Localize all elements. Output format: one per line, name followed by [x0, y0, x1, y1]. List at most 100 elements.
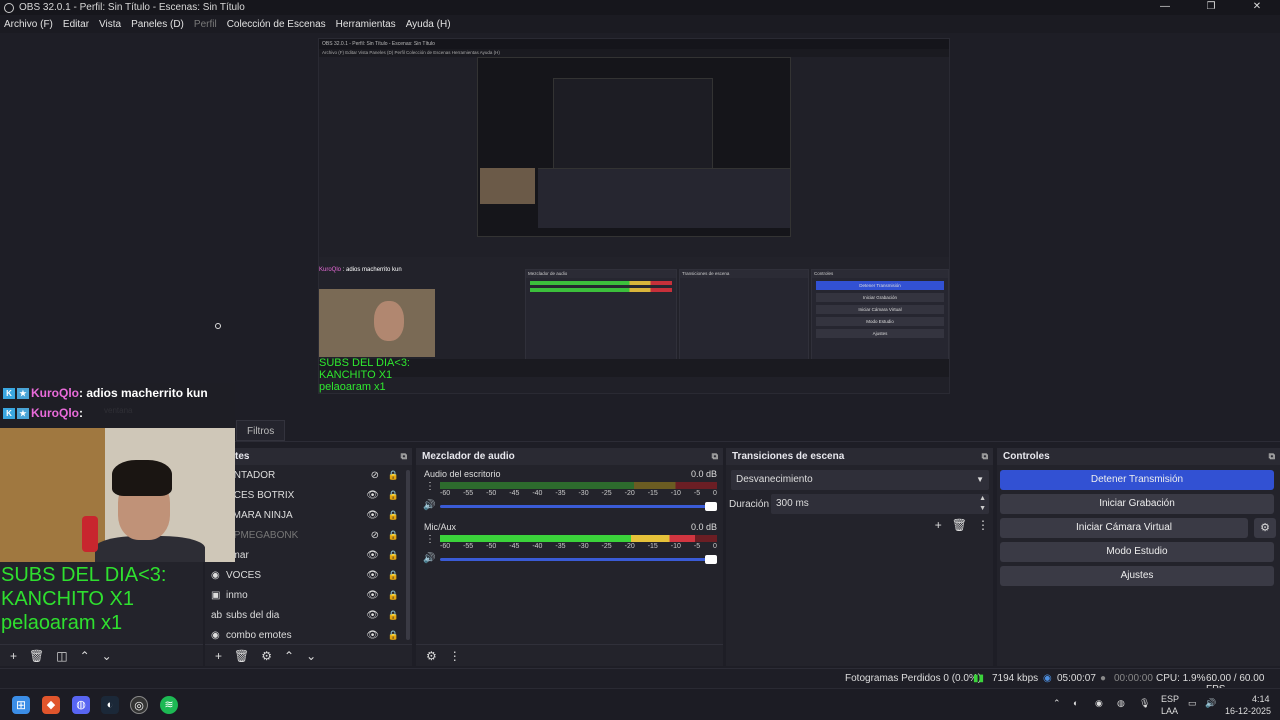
visibility-eye-icon[interactable]: ⊘ — [371, 470, 379, 481]
chevron-up-icon[interactable]: ⌃ — [1053, 698, 1061, 709]
remove-source-icon[interactable]: 🗑 — [234, 649, 249, 663]
source-item[interactable]: ⊘ONTADOR⊘🔒 — [205, 465, 412, 485]
sources-scrollbar[interactable] — [406, 470, 410, 640]
visibility-eye-icon[interactable]: 👁 — [366, 510, 379, 521]
chat-username: KuroQlo — [31, 406, 79, 420]
visibility-eye-icon[interactable]: 👁 — [366, 550, 379, 561]
visibility-eye-icon[interactable]: 👁 — [366, 630, 379, 641]
move-up-icon[interactable]: ⌃ — [284, 649, 294, 663]
speaker-icon[interactable]: 🔊 — [423, 500, 435, 511]
volume-knob[interactable] — [705, 555, 717, 564]
minimize-button[interactable]: — — [1142, 0, 1188, 15]
meter-tick: -10 — [670, 543, 681, 550]
maximize-button[interactable]: ❐ — [1188, 0, 1234, 15]
lock-icon[interactable]: 🔒 — [388, 530, 399, 541]
region-indicator[interactable]: LAA — [1161, 706, 1178, 716]
add-source-icon[interactable]: + — [215, 649, 222, 663]
obs-taskbar-icon[interactable]: ◎ — [130, 696, 148, 714]
clock-time[interactable]: 4:14 — [1252, 694, 1270, 704]
source-item[interactable]: ◉ combo emotes 👁 🔒 — [205, 625, 412, 645]
menu-help[interactable]: Ayuda (H) — [406, 19, 451, 30]
scene-up-icon[interactable]: ⌃ — [80, 649, 90, 663]
tab-filters[interactable]: Filtros — [236, 420, 286, 441]
display-icon[interactable]: ▭ — [1188, 698, 1197, 709]
virtual-camera-button[interactable]: Iniciar Cámara Virtual — [1000, 518, 1248, 538]
settings-button[interactable]: Ajustes — [1000, 566, 1274, 586]
clock-date[interactable]: 16-12-2025 — [1225, 706, 1271, 716]
brave-browser-icon[interactable]: ◆ — [42, 696, 60, 714]
add-transition-icon[interactable]: + — [935, 518, 942, 532]
menu-edit[interactable]: Editar — [63, 19, 89, 30]
visibility-eye-icon[interactable]: 👁 — [366, 610, 379, 621]
nested-title: OBS 32.0.1 - Perfil: Sin Título - Escena… — [319, 39, 949, 49]
lock-icon[interactable]: 🔒 — [388, 470, 399, 481]
chat-username: KuroQlo — [31, 386, 79, 400]
source-item[interactable]: AMARA NINJA 👁 🔒 — [205, 505, 412, 525]
stop-stream-button[interactable]: Detener Transmisión — [1000, 470, 1274, 490]
windows-start-icon[interactable]: ⊞ — [12, 696, 30, 714]
visibility-eye-icon[interactable]: 👁 — [366, 490, 379, 501]
steam-tray-icon[interactable]: ◐ — [1073, 698, 1078, 708]
lock-icon[interactable]: 🔒 — [388, 570, 399, 581]
lock-icon[interactable]: 🔒 — [388, 590, 399, 601]
source-item[interactable]: amar 👁 🔒 — [205, 545, 412, 565]
volume-tray-icon[interactable]: 🔊 — [1205, 698, 1216, 709]
lock-icon[interactable]: 🔒 — [388, 510, 399, 521]
virtual-camera-settings-gear-icon[interactable]: ⚙ — [1254, 518, 1276, 538]
undock-icon[interactable]: ⧉ — [982, 448, 988, 465]
scene-down-icon[interactable]: ⌄ — [102, 649, 112, 663]
menu-profile[interactable]: Perfil — [194, 19, 217, 30]
discord-icon[interactable]: ◍ — [72, 696, 90, 714]
transition-select[interactable]: Desvanecimiento ▼ — [731, 470, 989, 490]
lock-icon[interactable]: 🔒 — [388, 490, 399, 501]
studio-mode-button[interactable]: Modo Estudio — [1000, 542, 1274, 562]
nested-subs-line: SUBS DEL DIA<3: — [319, 357, 410, 369]
source-item[interactable]: ab subs del dia 👁 🔒 — [205, 605, 412, 625]
menu-scene-collection[interactable]: Colección de Escenas — [227, 19, 326, 30]
visibility-eye-icon[interactable]: 👁 — [366, 570, 379, 581]
source-item[interactable]: ▣ inmo 👁 🔒 — [205, 585, 412, 605]
undock-icon[interactable]: ⧉ — [712, 448, 718, 465]
microphone-tray-icon[interactable]: 🎙 — [1139, 698, 1150, 709]
lock-icon[interactable]: 🔒 — [388, 550, 399, 561]
tray-app-icon[interactable]: ◉ — [1095, 698, 1103, 709]
undock-icon[interactable]: ⧉ — [401, 448, 407, 465]
volume-slider[interactable] — [440, 502, 717, 511]
program-preview[interactable]: OBS 32.0.1 - Perfil: Sin Título - Escena… — [318, 38, 950, 394]
steam-icon[interactable]: ◐ — [101, 696, 119, 714]
source-item[interactable]: OCES BOTRIX 👁 🔒 — [205, 485, 412, 505]
channel-menu-icon[interactable]: ⋮ — [425, 534, 435, 545]
language-indicator[interactable]: ESP — [1161, 694, 1179, 704]
volume-knob[interactable] — [705, 502, 717, 511]
menu-file[interactable]: Archivo (F) — [4, 19, 53, 30]
visibility-eye-icon[interactable]: ⊘ — [371, 530, 379, 541]
visibility-eye-icon[interactable]: 👁 — [366, 590, 379, 601]
volume-slider[interactable] — [440, 555, 717, 564]
remove-scene-icon[interactable]: 🗑 — [29, 649, 44, 663]
mixer-menu-icon[interactable]: ⋮ — [449, 649, 461, 663]
transition-menu-icon[interactable]: ⋮ — [977, 518, 989, 532]
undock-icon[interactable]: ⧉ — [1269, 448, 1275, 465]
advanced-audio-icon[interactable]: ⚙ — [426, 649, 437, 663]
scene-filter-icon[interactable]: ◫ — [56, 649, 67, 663]
move-down-icon[interactable]: ⌄ — [306, 649, 316, 663]
close-button[interactable]: ✕ — [1234, 0, 1280, 15]
source-item[interactable]: ◉ VOCES 👁 🔒 — [205, 565, 412, 585]
discord-tray-icon[interactable]: ◍ — [1117, 698, 1125, 709]
add-scene-icon[interactable]: + — [10, 649, 17, 663]
preview-area[interactable]: OBS 32.0.1 - Perfil: Sin Título - Escena… — [0, 33, 1280, 405]
lock-icon[interactable]: 🔒 — [388, 630, 399, 641]
source-properties-icon[interactable]: ⚙ — [261, 649, 272, 663]
spotify-icon[interactable]: ≋ — [160, 696, 178, 714]
menu-docks[interactable]: Paneles (D) — [131, 19, 184, 30]
duration-input[interactable]: 300 ms ▲ ▼ — [771, 494, 989, 514]
menu-view[interactable]: Vista — [99, 19, 121, 30]
menu-tools[interactable]: Herramientas — [336, 19, 396, 30]
source-item[interactable]: OPMEGABONK ⊘ 🔒 — [205, 525, 412, 545]
lock-icon[interactable]: 🔒 — [388, 610, 399, 621]
start-recording-button[interactable]: Iniciar Grabación — [1000, 494, 1274, 514]
channel-menu-icon[interactable]: ⋮ — [425, 481, 435, 492]
spinner-icon[interactable]: ▲ ▼ — [979, 494, 986, 514]
speaker-icon[interactable]: 🔊 — [423, 553, 435, 564]
remove-transition-icon[interactable]: 🗑 — [952, 518, 967, 532]
